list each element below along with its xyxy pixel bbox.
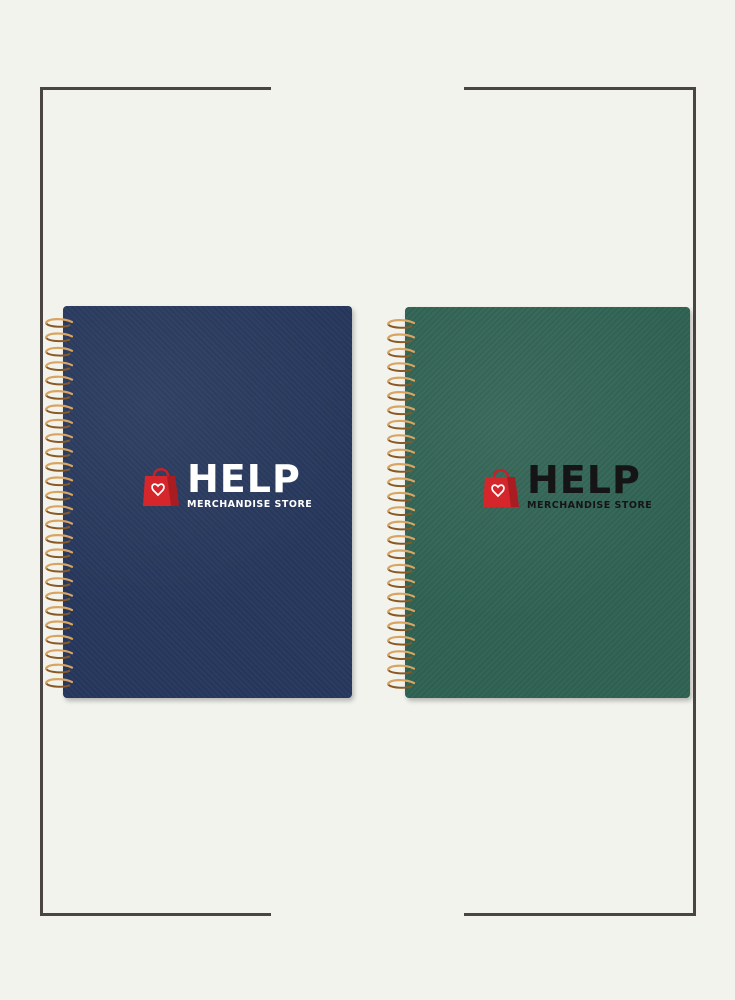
spiral-ring	[44, 548, 74, 559]
spiral-ring	[386, 448, 416, 459]
frame-bottom-left-line	[40, 913, 271, 916]
notebook-cover: HELP MERCHANDISE STORE	[405, 307, 690, 698]
spiral-ring	[386, 491, 416, 502]
spiral-ring	[386, 506, 416, 516]
spiral-ring	[386, 549, 416, 560]
spiral-ring	[386, 592, 416, 603]
spiral-ring	[44, 346, 74, 357]
spiral-ring	[44, 490, 74, 501]
spiral-ring	[44, 462, 74, 472]
spiral-ring	[386, 434, 416, 444]
brand-logo: HELP MERCHANDISE STORE	[481, 458, 653, 511]
spiral-ring	[386, 362, 416, 372]
spiral-ring	[386, 347, 416, 358]
frame-bottom-right-line	[464, 913, 696, 916]
spiral-ring	[386, 333, 416, 344]
spiral-ring	[386, 463, 416, 473]
spiral-ring	[44, 361, 74, 371]
spiral-ring	[44, 375, 74, 386]
shopping-bag-heart-icon	[143, 467, 179, 506]
spiral-ring	[44, 534, 74, 544]
spiral-ring	[386, 621, 416, 632]
brand-logo: HELP MERCHANDISE STORE	[141, 457, 313, 510]
spiral-ring	[44, 562, 74, 573]
logo-title: HELP	[187, 457, 301, 501]
spiral-ring	[44, 476, 74, 487]
spiral-ring	[386, 563, 416, 574]
spiral-ring	[44, 447, 74, 458]
spiral-ring	[386, 635, 416, 646]
spiral-ring	[386, 520, 416, 531]
spiral-ring	[386, 319, 416, 329]
spiral-ring	[386, 650, 416, 660]
spiral-ring	[386, 607, 416, 617]
spiral-ring	[44, 332, 74, 343]
spiral-ring	[44, 505, 74, 515]
frame-top-left-line	[40, 87, 271, 90]
frame-right-line	[693, 87, 696, 916]
spiral-binding	[44, 318, 74, 688]
spiral-ring	[386, 578, 416, 588]
spiral-ring	[44, 591, 74, 602]
spiral-ring	[386, 419, 416, 430]
spiral-ring	[44, 620, 74, 631]
spiral-ring	[44, 577, 74, 587]
logo-subtitle: MERCHANDISE STORE	[187, 499, 313, 510]
spiral-ring	[44, 433, 74, 443]
spiral-ring	[386, 391, 416, 401]
logo-title: HELP	[527, 458, 641, 502]
notebook-green: HELP MERCHANDISE STORE	[384, 307, 690, 698]
logo-subtitle: MERCHANDISE STORE	[527, 500, 653, 511]
spiral-ring	[44, 649, 74, 659]
spiral-ring	[44, 634, 74, 645]
spiral-ring	[386, 405, 416, 416]
shopping-bag-heart-icon	[483, 468, 519, 507]
spiral-ring	[44, 519, 74, 530]
spiral-ring	[44, 606, 74, 616]
spiral-ring	[44, 404, 74, 415]
spiral-binding	[386, 319, 416, 689]
spiral-ring	[44, 663, 74, 674]
notebook-blue: HELP MERCHANDISE STORE	[42, 306, 352, 698]
spiral-ring	[386, 477, 416, 488]
frame-top-right-line	[464, 87, 696, 90]
spiral-ring	[386, 376, 416, 387]
spiral-ring	[44, 318, 74, 328]
spiral-ring	[386, 535, 416, 545]
spiral-ring	[386, 679, 416, 689]
spiral-ring	[44, 678, 74, 688]
spiral-ring	[44, 418, 74, 429]
spiral-ring	[386, 664, 416, 675]
spiral-ring	[44, 390, 74, 400]
notebook-cover: HELP MERCHANDISE STORE	[63, 306, 352, 698]
